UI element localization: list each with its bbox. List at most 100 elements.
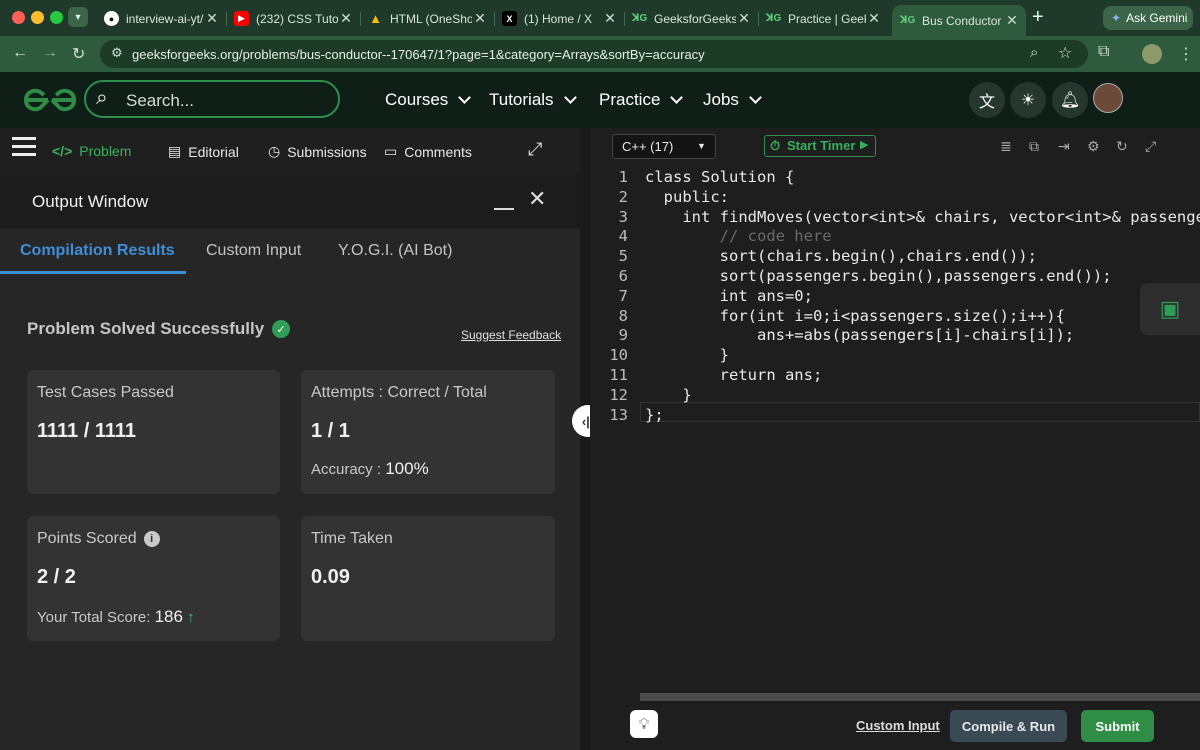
format-icon[interactable]: ≣ xyxy=(1000,138,1012,155)
tab-custom-input[interactable]: Custom Input xyxy=(206,242,301,260)
code-line: } xyxy=(645,346,729,365)
maximize-window-button[interactable] xyxy=(50,11,63,24)
back-arrow-icon[interactable]: ← xyxy=(12,44,28,62)
browser-tab[interactable]: ▲ HTML (OneShot ✕ xyxy=(360,5,494,32)
close-tab-icon[interactable]: ✕ xyxy=(204,10,220,27)
gfg-logo[interactable] xyxy=(22,84,78,116)
line-number: 4 xyxy=(618,227,628,246)
menu-kebab-icon[interactable]: ⋮ xyxy=(1178,44,1194,64)
ask-gemini-button[interactable]: ✦ Ask Gemini xyxy=(1103,6,1193,30)
address-bar[interactable]: ⚙ geeksforgeeks.org/problems/bus-conduct… xyxy=(100,40,1088,68)
horizontal-scrollbar[interactable] xyxy=(640,693,1200,701)
line-number: 8 xyxy=(618,306,628,325)
profile-avatar[interactable] xyxy=(1142,44,1162,64)
close-icon[interactable]: ✕ xyxy=(528,186,546,212)
close-tab-icon[interactable]: ✕ xyxy=(472,10,488,27)
compile-run-button[interactable]: Compile & Run xyxy=(950,710,1067,742)
tab-search-button[interactable]: ▾ xyxy=(68,7,88,27)
export-icon[interactable]: ⇥ xyxy=(1058,138,1070,155)
tab-editorial-label: Editorial xyxy=(188,143,239,160)
attempts-label: Attempts : Correct / Total xyxy=(311,384,487,401)
nav-courses[interactable]: Courses xyxy=(385,90,472,110)
attempts-value: 1 / 1 xyxy=(311,420,350,442)
close-window-button[interactable] xyxy=(12,11,25,24)
output-window-header: Output Window ✕ xyxy=(0,174,580,229)
hamburger-menu-icon[interactable] xyxy=(12,137,36,156)
start-timer-button[interactable]: ⏱ Start Timer ▶ xyxy=(764,135,876,157)
url-text: geeksforgeeks.org/problems/bus-conductor… xyxy=(132,47,705,62)
drive-icon: ▲ xyxy=(369,11,382,26)
close-tab-icon[interactable]: ✕ xyxy=(866,10,882,27)
time-value: 0.09 xyxy=(311,566,350,588)
language-select[interactable]: C++ (17) ▼ xyxy=(612,134,716,159)
arrow-up-icon: ↑ xyxy=(187,609,195,626)
chat-button[interactable]: ▣ xyxy=(1140,283,1200,335)
info-icon[interactable]: i xyxy=(143,531,160,547)
gfg-icon: ꓘG xyxy=(765,13,782,24)
test-cases-label: Test Cases Passed xyxy=(37,384,174,401)
check-circle-icon: ✓ xyxy=(272,320,291,338)
browser-tab[interactable]: X (1) Home / X ✕ xyxy=(494,5,624,32)
expand-icon[interactable]: ⤢ xyxy=(1145,138,1156,155)
custom-input-link[interactable]: Custom Input xyxy=(856,718,940,733)
browser-tab[interactable]: ꓘG GeeksforGeeks ✕ xyxy=(624,5,758,32)
points-card: Points Scored i 2 / 2 Your Total Score: … xyxy=(27,516,280,641)
panel-splitter[interactable] xyxy=(580,128,590,750)
tab-title: Practice | Geek xyxy=(788,11,866,26)
tab-yogi-ai-bot[interactable]: Y.O.G.I. (AI Bot) xyxy=(338,242,452,260)
chevron-down-icon xyxy=(458,91,472,104)
total-score-row: Your Total Score: 186 ↑ xyxy=(37,607,195,627)
close-tab-icon[interactable]: ✕ xyxy=(1004,12,1020,29)
accuracy-label: Accuracy : xyxy=(311,461,382,478)
line-number: 10 xyxy=(609,346,628,365)
suggest-feedback-link[interactable]: Suggest Feedback xyxy=(461,328,561,342)
browser-tab[interactable]: ꓘG Practice | Geek ✕ xyxy=(758,5,888,32)
site-info-icon[interactable]: ⚙ xyxy=(111,45,123,61)
github-icon: ● xyxy=(104,11,119,26)
notifications-button[interactable]: 🔔︎ xyxy=(1052,82,1088,118)
translate-button[interactable]: 文 xyxy=(969,82,1005,118)
tab-title: HTML (OneShot xyxy=(390,11,472,26)
submit-button[interactable]: Submit xyxy=(1081,710,1154,742)
chat-icon: ▣ xyxy=(1159,296,1181,321)
minimize-window-button[interactable] xyxy=(31,11,44,24)
extensions-icon[interactable]: ⧉ xyxy=(1098,43,1109,61)
tab-comments[interactable]: ▭ Comments xyxy=(384,143,472,160)
nav-jobs[interactable]: Jobs xyxy=(703,90,762,110)
user-avatar[interactable] xyxy=(1093,83,1123,113)
line-number: 6 xyxy=(618,267,628,285)
site-search-input[interactable]: ⌕ Search... xyxy=(84,80,340,118)
fullscreen-icon[interactable]: ⤢ xyxy=(528,139,542,160)
zoom-icon[interactable]: ⌕ xyxy=(1030,44,1038,61)
copy-icon[interactable]: ⧉ xyxy=(1029,138,1039,155)
nav-tutorials[interactable]: Tutorials xyxy=(489,90,577,110)
minimize-icon[interactable] xyxy=(494,208,514,210)
theme-toggle-button[interactable]: ☀ xyxy=(1010,82,1046,118)
close-tab-icon[interactable]: ✕ xyxy=(736,10,752,27)
gfg-icon: ꓘG xyxy=(899,15,916,26)
settings-icon[interactable]: ⚙ xyxy=(1087,138,1100,155)
accuracy-value: 100% xyxy=(385,459,429,478)
browser-tab-active[interactable]: ꓘG Bus Conductor ✕ xyxy=(892,5,1026,36)
close-tab-icon[interactable]: ✕ xyxy=(602,10,618,27)
tab-problem[interactable]: </> Problem xyxy=(52,143,131,159)
bookmark-star-icon[interactable]: ☆ xyxy=(1058,43,1072,63)
nav-practice[interactable]: Practice xyxy=(599,90,684,110)
hint-bulb-button[interactable]: 💡︎ xyxy=(630,710,658,738)
nav-jobs-label: Jobs xyxy=(703,90,739,109)
new-tab-button[interactable]: + xyxy=(1032,6,1044,29)
forward-arrow-icon[interactable]: → xyxy=(42,44,58,62)
code-line: int ans=0; xyxy=(645,286,813,305)
browser-tab[interactable]: ● interview-ai-yt/ ✕ xyxy=(96,5,226,32)
tab-submissions[interactable]: ◷ Submissions xyxy=(268,143,367,160)
line-number: 7 xyxy=(618,286,628,305)
browser-tab[interactable]: ▶ (232) CSS Tutor ✕ xyxy=(226,5,360,32)
reset-icon[interactable]: ↻ xyxy=(1116,138,1128,155)
nav-practice-label: Practice xyxy=(599,90,661,109)
code-line: int findMoves(vector<int>& chairs, vecto… xyxy=(645,207,1200,226)
code-area[interactable]: 1 class Solution {2 public: 3 int findMove… xyxy=(590,166,1200,686)
close-tab-icon[interactable]: ✕ xyxy=(338,10,354,27)
tab-compilation-results[interactable]: Compilation Results xyxy=(20,242,175,260)
tab-editorial[interactable]: ▤ Editorial xyxy=(168,143,239,160)
reload-icon[interactable]: ↻ xyxy=(72,44,85,64)
